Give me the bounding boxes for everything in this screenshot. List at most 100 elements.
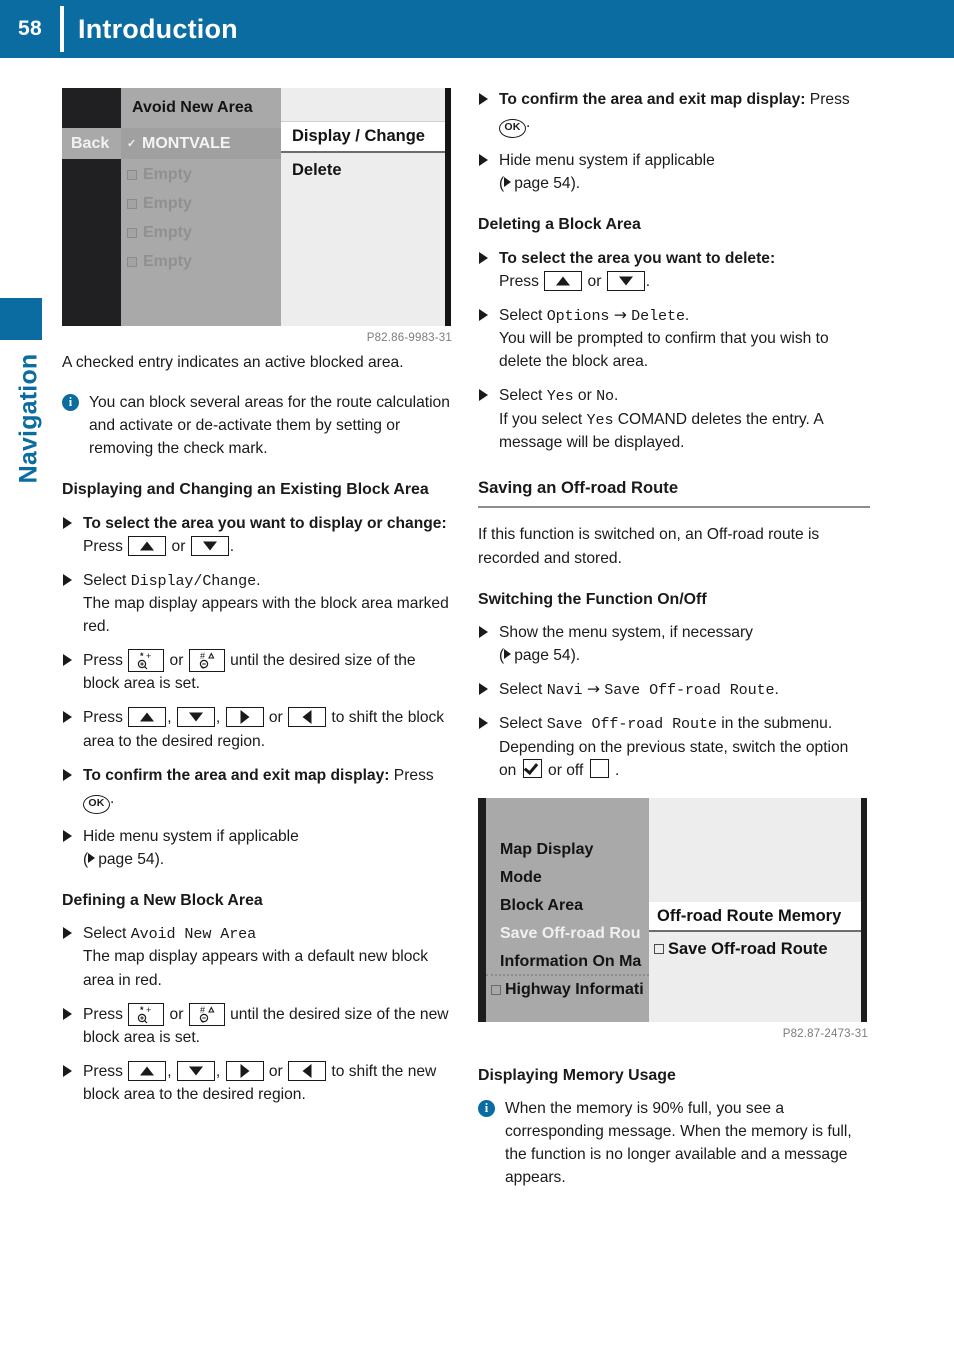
right-arrow-key-icon[interactable] [225,1060,264,1081]
step-tail: . [684,306,690,324]
figure2-caption: P82.87-2473-31 [782,1027,868,1040]
arrow-to-icon: → [586,680,600,699]
screen1-list-row-empty-3[interactable]: Empty [121,217,281,248]
up-arrow-key-icon[interactable] [128,707,167,728]
info-icon: i [62,394,79,412]
zoom-out-key-icon[interactable]: # [188,1002,225,1026]
panel-item-label: Save Off-road Route [668,939,828,958]
zoom-in-key-icon[interactable]: * + [128,649,165,673]
onscreen-string-options: Options [546,306,610,325]
screen1-list-header[interactable]: Avoid New Area [121,88,281,128]
zoom-in-key-icon[interactable]: * + [128,1002,165,1026]
step-tail: . [645,272,651,290]
screen1-list-row-empty-1[interactable]: Empty [121,159,281,190]
down-arrow-key-icon[interactable] [606,270,645,291]
screen2-menu-item-mode[interactable]: Mode [486,864,649,892]
ok-button-icon[interactable]: OK [83,794,110,814]
step-tail: . [614,387,619,405]
menu-item-label: Information On Ma [500,953,642,971]
step-confirm-exit-map-right: To confirm the area and exit map display… [478,88,870,139]
step-lead: Press [83,652,128,670]
step-bold-lead: To confirm the area and exit map display… [83,766,390,784]
screen1-row-label: Empty [143,223,192,241]
page-title: Introduction [78,13,238,44]
checkbox-checked-icon[interactable] [522,758,542,778]
step-press-arrows-shift-new: Press , , or to shift the new block area… [62,1060,454,1106]
note-memory-usage: i When the memory is 90% full, you see a… [478,1097,870,1189]
figure-offroad-route-menu: Map Display Mode Block Area Save Off-roa… [478,797,870,1043]
ok-button-icon[interactable]: OK [499,119,526,139]
screen1-right-edge [445,88,451,326]
svg-text:*: * [140,1005,144,1015]
down-arrow-key-icon[interactable] [176,1060,215,1081]
screen2-menu-item-information-on-map[interactable]: Information On Ma [486,948,649,976]
info-icon: i [478,1100,495,1118]
onscreen-string-no: No [596,387,615,406]
step-lead: Hide menu system if applicable [83,827,299,845]
screen2-left-edge [478,797,486,1022]
svg-text:*: * [140,651,144,661]
screen1-list-row-empty-4[interactable]: Empty [121,246,281,277]
bullet-triangle-icon [63,1064,72,1077]
page-reference[interactable]: page 54 [514,175,570,192]
right-column: To confirm the area and exit map display… [478,88,870,1207]
down-arrow-key-icon[interactable] [190,535,229,556]
page-header: 58 Introduction [0,0,954,58]
checkbox-unchecked-icon[interactable] [589,758,609,778]
left-arrow-key-icon[interactable] [288,707,327,728]
figure-block-area-list: Back Avoid New Area ✓ MONTVALE Empty Emp… [62,88,454,347]
up-arrow-key-icon[interactable] [128,1060,167,1081]
step-mid: or [573,387,597,405]
svg-text:#: # [200,651,205,661]
step-select-display-change: Select Display/Change. The map display a… [62,569,454,638]
up-arrow-key-icon[interactable] [544,270,583,291]
step-tail: ). [570,647,581,665]
screen1-panel-delete[interactable]: Delete [281,155,445,185]
screen2-menu-item-highway-information[interactable]: Highway Informati [486,976,649,1004]
step-detail: You will be prompted to confirm that you… [499,330,829,371]
step-bold-lead: To confirm the area and exit map display… [499,91,806,108]
bullet-triangle-icon [63,829,72,842]
screen1-row-label: MONTVALE [142,134,231,152]
step-select-yes-no: Select Yes or No. If you select Yes COMA… [478,384,870,454]
step-detail-post: . [610,761,620,779]
bullet-triangle-icon [63,768,72,781]
screen2-menu-item-save-offroad-route[interactable]: Save Off-road Rou [486,920,649,948]
menu-item-label: Block Area [500,897,583,915]
step-lead: Press [83,1062,128,1080]
menu-item-label: Mode [500,869,542,887]
bullet-triangle-icon [479,717,488,730]
screen2-panel-title[interactable]: Off-road Route Memory [649,901,861,932]
step-tail: ). [570,175,581,193]
step-tail: in the submenu. [716,715,833,733]
page-reference[interactable]: page 54 [514,647,570,664]
heading-deleting-block-area: Deleting a Block Area [478,216,641,234]
intro-paragraph: A checked entry indicates an active bloc… [62,354,404,372]
onscreen-string-yes: Yes [546,387,574,406]
step-bold-lead: To select the area you want to delete: [499,249,776,267]
screen2-panel-save-offroad-route[interactable]: Save Off-road Route [649,934,861,964]
onscreen-string-navi: Navi [546,681,583,700]
comand-screen-block-area: Back Avoid New Area ✓ MONTVALE Empty Emp… [62,88,451,326]
right-arrow-key-icon[interactable] [225,707,264,728]
screen1-panel-display-change[interactable]: Display / Change [281,121,445,153]
bullet-triangle-icon [63,654,72,667]
step-select-area-delete: To select the area you want to delete: P… [478,247,870,293]
heading-defining-new-block-area: Defining a New Block Area [62,891,263,909]
left-arrow-key-icon[interactable] [288,1060,327,1081]
screen1-list-row-empty-2[interactable]: Empty [121,188,281,219]
bullet-triangle-icon [63,711,72,724]
screen1-back-button[interactable]: Back [62,128,121,159]
screen1-row-label: Empty [143,165,192,183]
check-mark-icon: ✓ [127,137,137,150]
step-lead: Select [499,387,547,405]
page-reference[interactable]: page 54 [98,851,154,868]
down-arrow-key-icon[interactable] [176,707,215,728]
zoom-out-key-icon[interactable]: # [188,649,225,673]
up-arrow-key-icon[interactable] [128,535,167,556]
checkbox-icon [127,227,137,238]
screen1-list-row-montvale[interactable]: ✓ MONTVALE [121,128,281,159]
screen2-menu-item-block-area[interactable]: Block Area [486,892,649,920]
heading-displaying-changing: Displaying and Changing an Existing Bloc… [62,481,429,499]
screen2-menu-item-map-display[interactable]: Map Display [486,836,649,864]
